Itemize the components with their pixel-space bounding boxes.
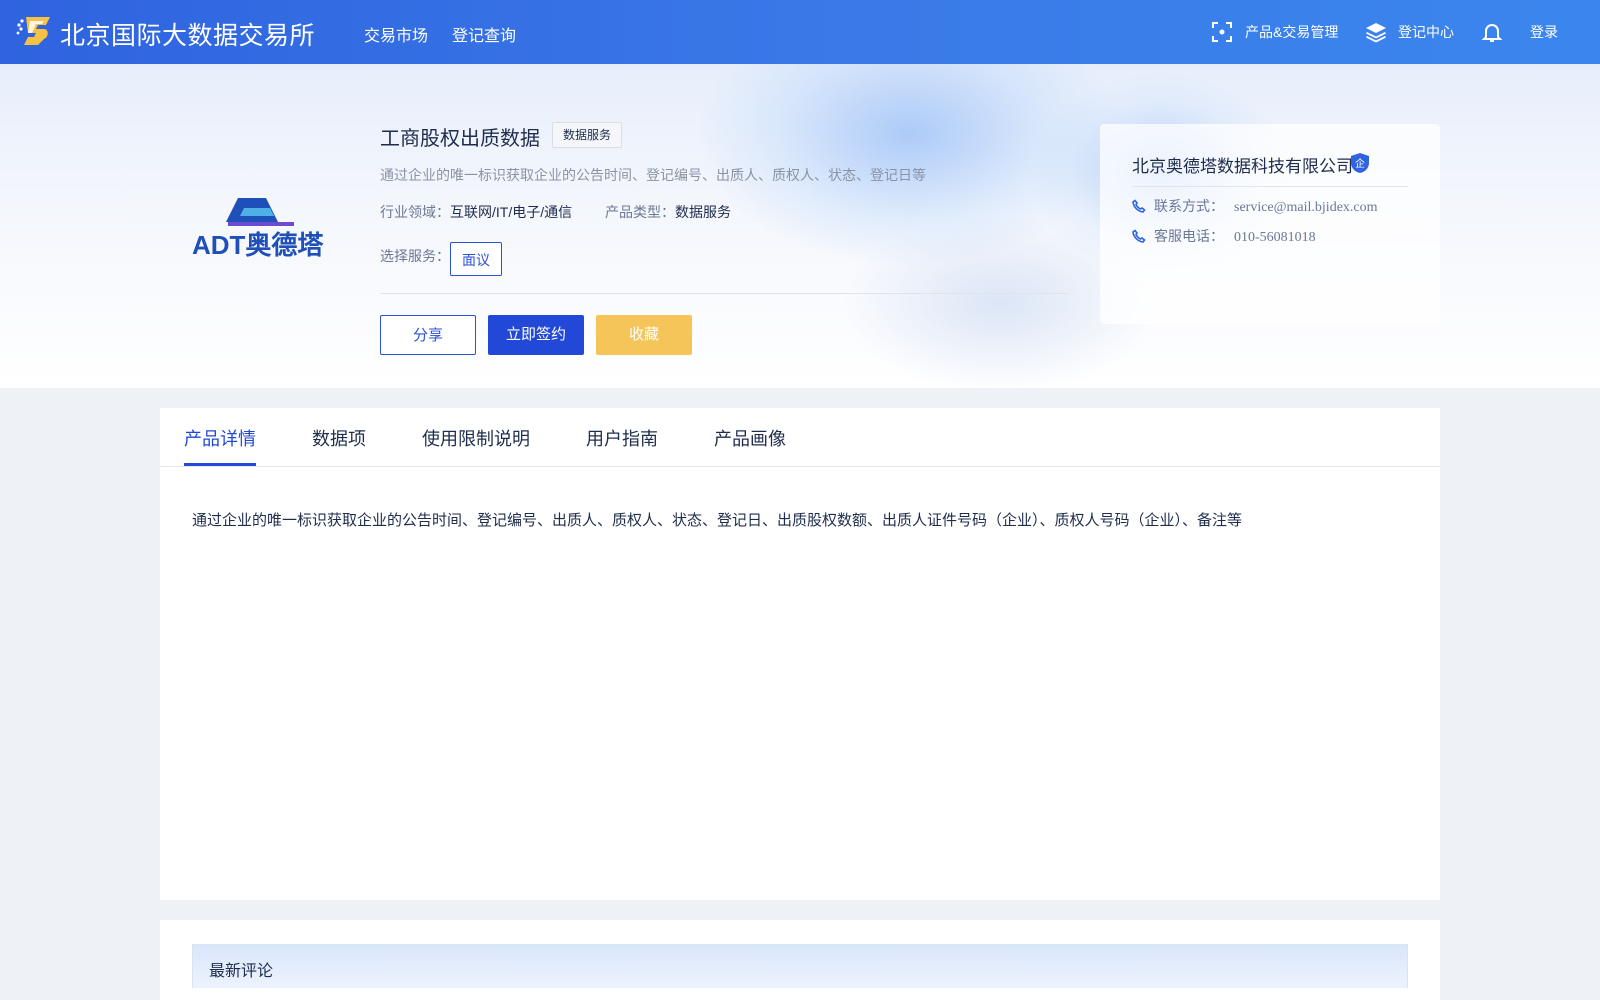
comments-title: 最新评论	[209, 963, 274, 980]
layers-icon[interactable]	[1364, 20, 1388, 44]
product-type-label: 产品类型：	[605, 204, 675, 220]
phone-number: 010-56081018	[1234, 230, 1316, 245]
comments-header: 最新评论	[192, 944, 1408, 988]
nav-trading-market[interactable]: 交易市场	[364, 22, 428, 46]
phone-label: 客服电话：	[1154, 228, 1224, 244]
industry-meta: 行业领域：互联网/IT/电子/通信	[380, 202, 572, 222]
contact-email-row: 联系方式： service@mail.bjidex.com	[1132, 196, 1378, 216]
brand-name[interactable]: 北京国际大数据交易所	[60, 16, 315, 52]
product-title: 工商股权出质数据	[380, 128, 540, 150]
product-detail-panel: 产品详情 数据项 使用限制说明 用户指南 产品画像 通过企业的唯一标识获取企业的…	[160, 408, 1440, 900]
company-logo: ADT奥德塔	[192, 198, 324, 260]
contact-email[interactable]: service@mail.bjidex.com	[1234, 200, 1378, 215]
product-type-badge: 数据服务	[552, 122, 623, 148]
comments-section: 最新评论	[160, 920, 1440, 1000]
product-type-value: 数据服务	[675, 204, 731, 220]
login-link[interactable]: 登录	[1530, 22, 1558, 42]
phone-icon	[1132, 229, 1146, 243]
top-nav-bar: 北京国际大数据交易所 交易市场 登记查询 产品&交易管理 登记中心 登录	[0, 0, 1600, 64]
enterprise-verified-icon: 企	[1351, 153, 1369, 173]
nav-registry-query[interactable]: 登记查询	[452, 22, 516, 46]
phone-icon	[1132, 199, 1146, 213]
service-option-negotiable[interactable]: 面议	[450, 242, 502, 276]
tab-bar: 产品详情 数据项 使用限制说明 用户指南 产品画像	[160, 408, 1440, 467]
industry-label: 行业领域：	[380, 204, 450, 220]
tab-product-profile[interactable]: 产品画像	[714, 425, 786, 451]
tab-data-items[interactable]: 数据项	[312, 425, 366, 451]
divider	[1132, 186, 1408, 187]
nav-registry-center[interactable]: 登记中心	[1398, 22, 1454, 42]
contact-label: 联系方式：	[1154, 198, 1224, 214]
active-tab-indicator	[184, 463, 256, 466]
tab-usage-restrictions[interactable]: 使用限制说明	[422, 425, 530, 451]
enterprise-badge-text: 企	[1355, 157, 1365, 170]
product-description: 通过企业的唯一标识获取企业的公告时间、登记编号、出质人、质权人、状态、登记日等	[380, 167, 926, 183]
share-button[interactable]: 分享	[380, 315, 476, 355]
product-detail-text: 通过企业的唯一标识获取企业的公告时间、登记编号、出质人、质权人、状态、登记日、出…	[192, 512, 1243, 529]
product-type-meta: 产品类型：数据服务	[605, 202, 731, 222]
divider	[380, 293, 1068, 294]
scan-icon[interactable]	[1210, 20, 1234, 44]
company-logo-text: ADT奥德塔	[192, 230, 324, 260]
tab-user-guide[interactable]: 用户指南	[586, 425, 658, 451]
contact-phone-row: 客服电话： 010-56081018	[1132, 226, 1316, 246]
tab-product-details[interactable]: 产品详情	[184, 425, 256, 451]
bell-icon[interactable]	[1480, 20, 1504, 44]
sign-now-button[interactable]: 立即签约	[488, 315, 584, 355]
product-hero: ADT奥德塔 工商股权出质数据 数据服务 通过企业的唯一标识获取企业的公告时间、…	[0, 64, 1600, 388]
service-label: 选择服务：	[380, 248, 450, 264]
vendor-name[interactable]: 北京奥德塔数据科技有限公司	[1132, 152, 1353, 177]
logo-icon[interactable]	[16, 15, 52, 47]
industry-value: 互联网/IT/电子/通信	[450, 204, 573, 220]
nav-product-management[interactable]: 产品&交易管理	[1245, 22, 1338, 42]
favorite-button[interactable]: 收藏	[596, 315, 692, 355]
vendor-card: 北京奥德塔数据科技有限公司 企 联系方式： service@mail.bjidex…	[1100, 124, 1440, 324]
